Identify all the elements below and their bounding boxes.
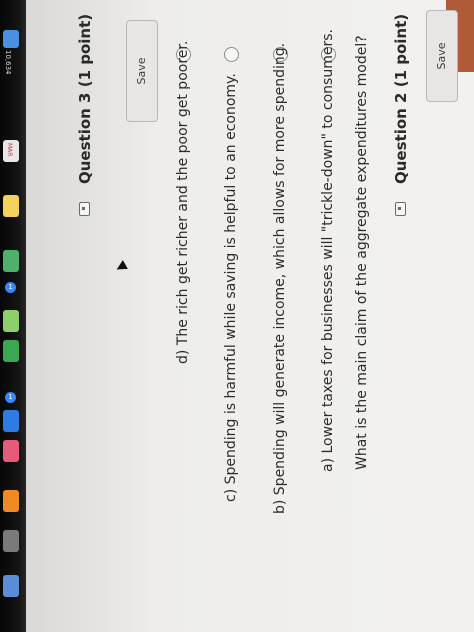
books-icon[interactable]	[3, 490, 19, 512]
photos-icon[interactable]	[3, 310, 19, 332]
option-a-label[interactable]: a) Lower taxes for businesses will "tric…	[320, 29, 336, 472]
maps-icon[interactable]	[3, 250, 19, 272]
mouse-cursor-icon	[114, 260, 128, 274]
option-b-label[interactable]: b) Spending will generate income, which …	[272, 43, 288, 514]
finder-icon[interactable]	[3, 575, 19, 597]
mail-badge-count: 10,634	[4, 50, 12, 75]
app-store-icon[interactable]	[3, 410, 19, 432]
screen: 10,634 MAR 1 1 Save Question 2 (1 point)…	[0, 0, 474, 632]
top-save-button[interactable]: Save	[426, 10, 458, 102]
option-c-label[interactable]: c) Spending is harmful while saving is h…	[223, 73, 239, 502]
dock: 10,634 MAR 1 1	[0, 0, 26, 632]
calendar-badge: 1	[5, 282, 16, 293]
calendar-month: MAR	[6, 143, 13, 157]
option-d-label[interactable]: d) The rich get richer and the poor get …	[175, 41, 191, 364]
reminders-badge: 1	[5, 392, 16, 403]
music-icon[interactable]	[3, 440, 19, 462]
question-3-note-icon[interactable]	[79, 202, 90, 216]
question-2-prompt: What is the main claim of the aggregate …	[354, 35, 370, 470]
messages-icon[interactable]	[3, 340, 19, 362]
settings-icon[interactable]	[3, 530, 19, 552]
question-2-note-icon[interactable]	[395, 202, 406, 216]
option-c-radio[interactable]	[224, 47, 239, 62]
question-2-heading: Question 2 (1 point)	[392, 13, 410, 184]
mail-icon[interactable]	[3, 30, 19, 48]
question-3-heading: Question 3 (1 point)	[76, 13, 94, 184]
notes-icon[interactable]	[3, 195, 19, 217]
quiz-page: Save Question 2 (1 point) What is the ma…	[26, 0, 474, 632]
question-2-save-button[interactable]: Save	[126, 20, 158, 122]
